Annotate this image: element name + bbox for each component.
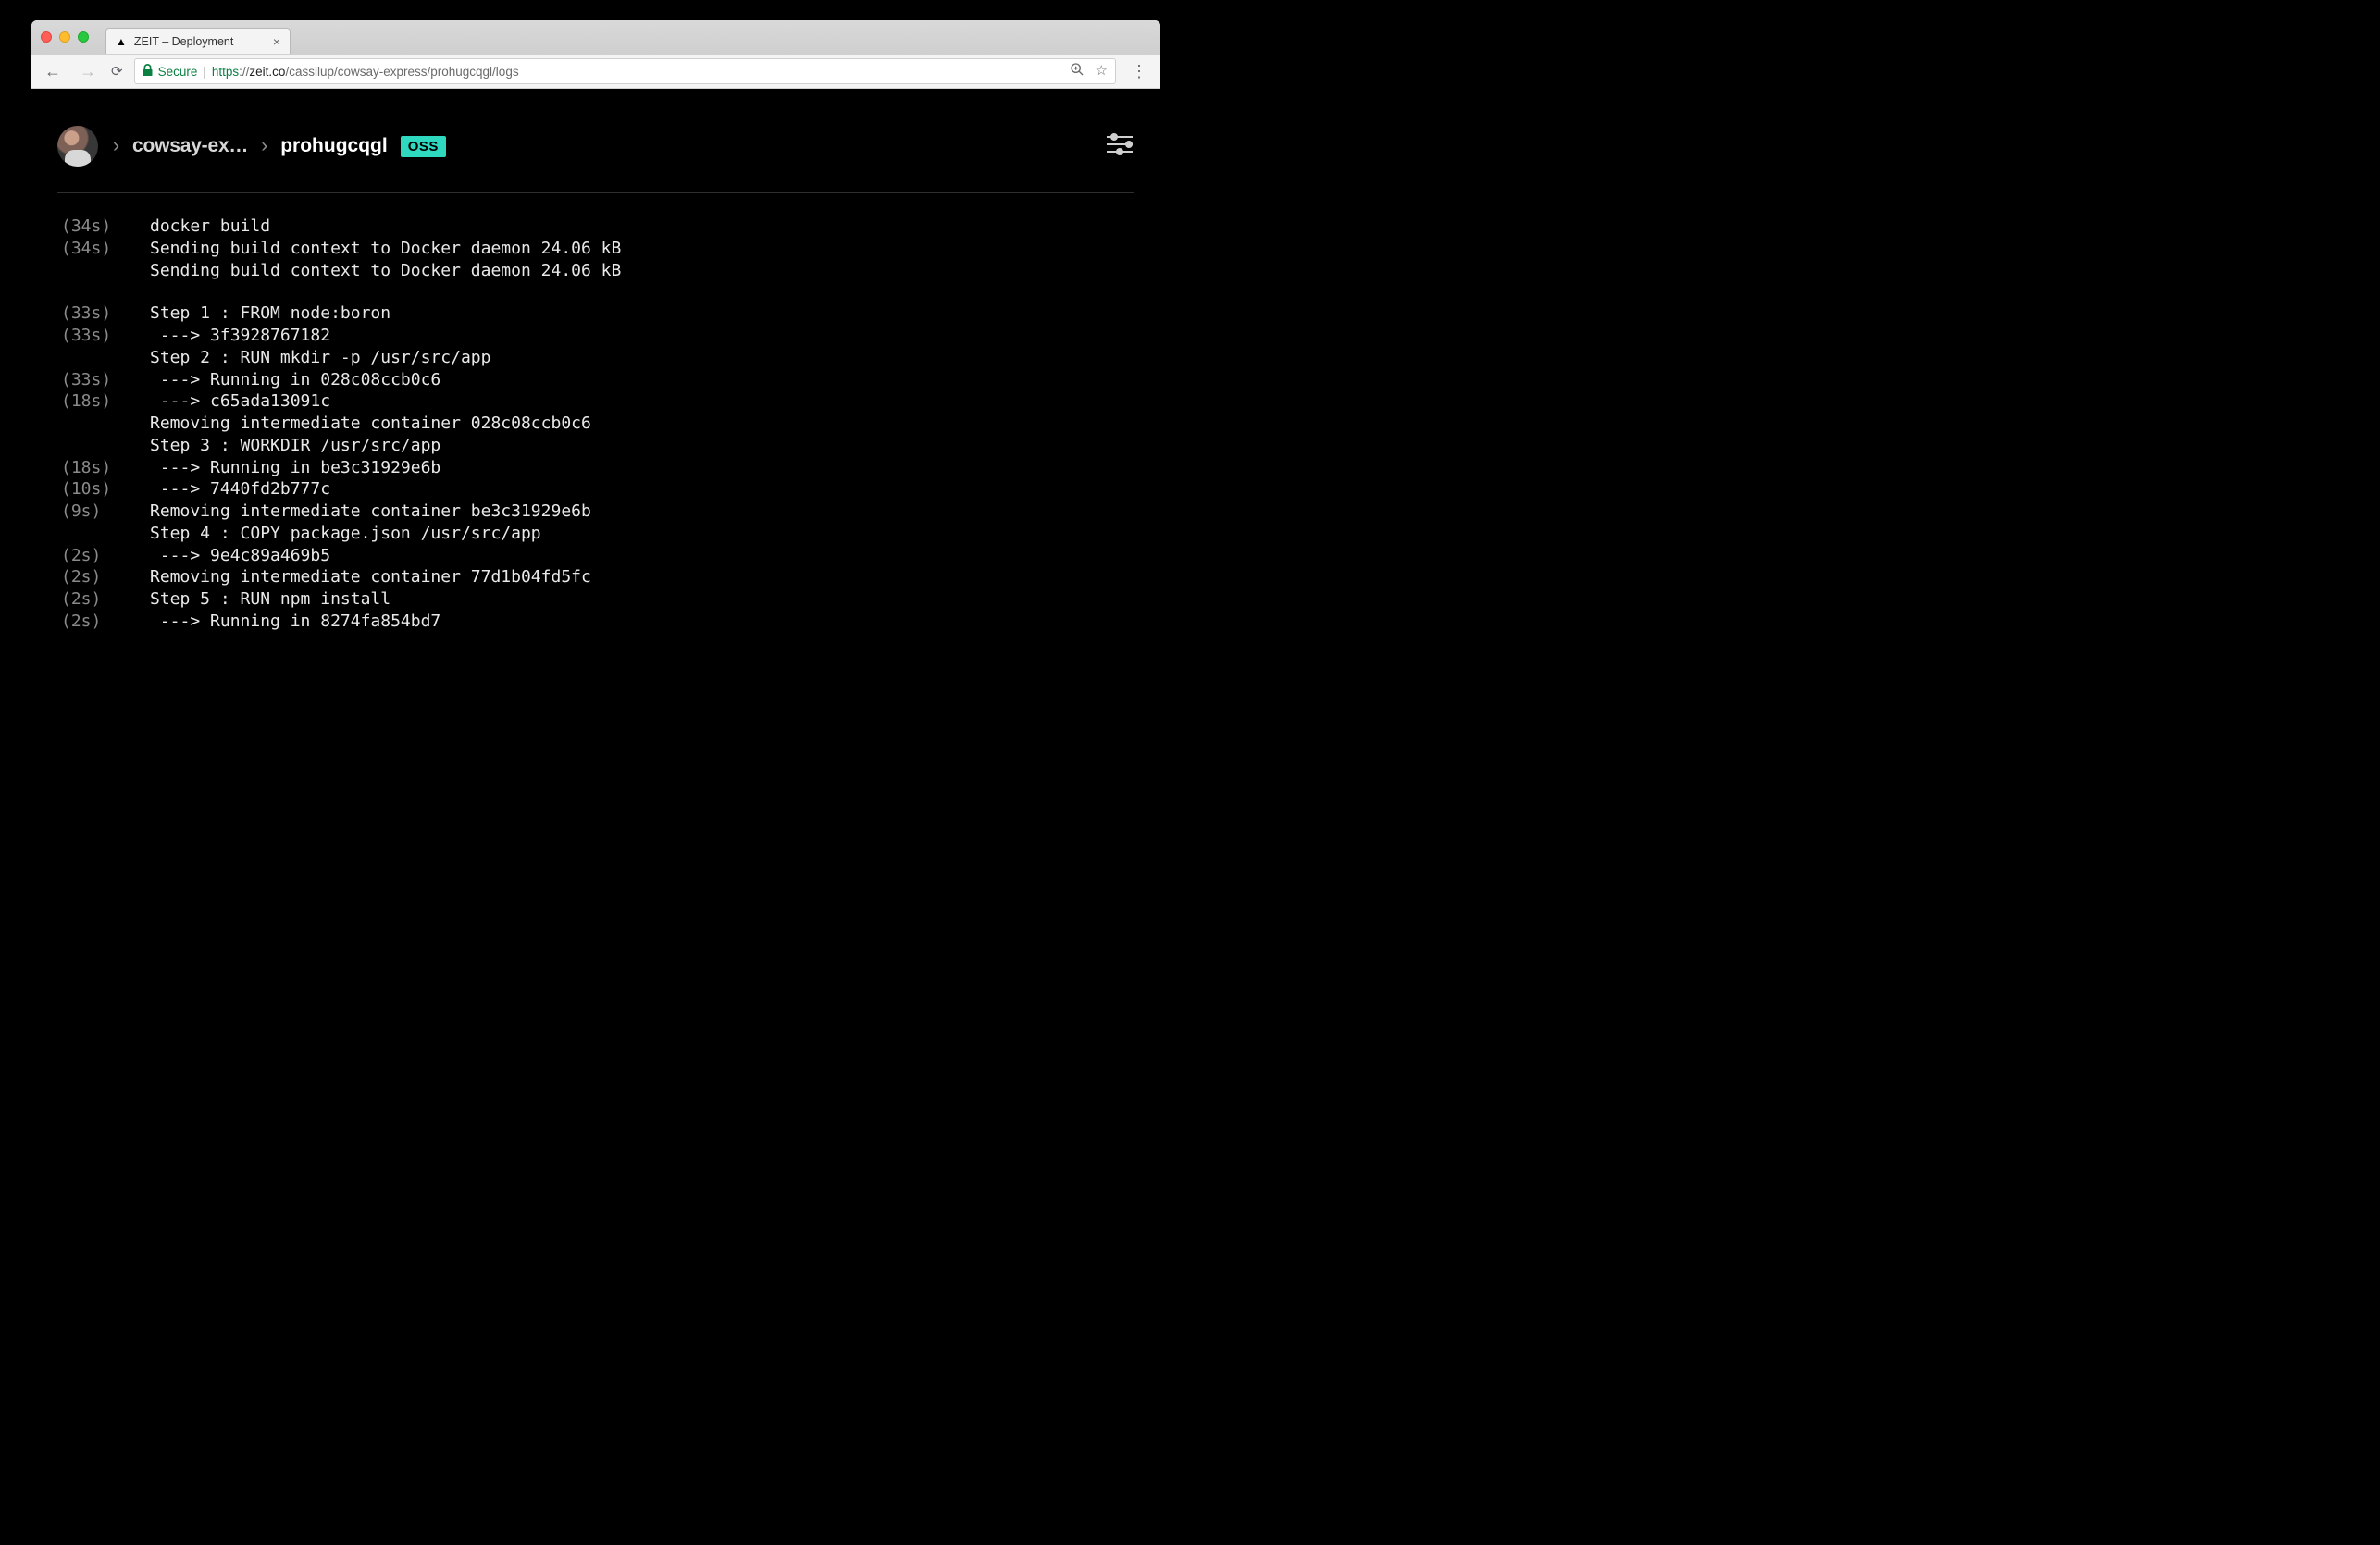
- log-timestamp: (10s): [57, 478, 150, 501]
- address-bar[interactable]: Secure | https://zeit.co/cassilup/cowsay…: [134, 58, 1116, 84]
- log-row: Step 4 : COPY package.json /usr/src/app: [57, 523, 1134, 545]
- log-row: (33s) ---> 3f3928767182: [57, 325, 1134, 347]
- log-timestamp: (2s): [57, 545, 150, 567]
- nav-forward-button[interactable]: →: [76, 60, 100, 83]
- nav-back-button[interactable]: ←: [41, 60, 65, 83]
- browser-toolbar: ← → ⟳ Secure | https://zeit.co/cassilup/…: [31, 54, 1160, 89]
- log-message: ---> 3f3928767182: [150, 325, 330, 347]
- log-row: (18s) ---> Running in be3c31929e6b: [57, 457, 1134, 479]
- log-message: Removing intermediate container be3c3192…: [150, 501, 591, 523]
- log-timestamp: [57, 413, 150, 435]
- log-message: Step 1 : FROM node:boron: [150, 303, 390, 325]
- log-message: Step 5 : RUN npm install: [150, 588, 390, 611]
- log-timestamp: (2s): [57, 611, 150, 633]
- log-message: ---> 7440fd2b777c: [150, 478, 330, 501]
- log-timestamp: [57, 435, 150, 457]
- breadcrumb-deployment[interactable]: prohugcqgl: [280, 135, 387, 157]
- browser-tab-active[interactable]: ▲ ZEIT – Deployment ×: [105, 28, 291, 54]
- browser-menu-button[interactable]: ⋮: [1127, 62, 1151, 81]
- chevron-right-icon: ›: [261, 135, 267, 157]
- log-timestamp: [57, 347, 150, 369]
- tab-close-button[interactable]: ×: [273, 34, 280, 49]
- page-content: › cowsay-ex… › prohugcqgl OSS (34s)docke…: [31, 89, 1160, 644]
- log-timestamp: (33s): [57, 369, 150, 391]
- log-message: ---> 9e4c89a469b5: [150, 545, 330, 567]
- reload-button[interactable]: ⟳: [111, 63, 123, 80]
- log-message: ---> c65ada13091c: [150, 390, 330, 413]
- log-message: ---> Running in 8274fa854bd7: [150, 611, 440, 633]
- log-row: (9s)Removing intermediate container be3c…: [57, 501, 1134, 523]
- log-row: (2s) ---> Running in 8274fa854bd7: [57, 611, 1134, 633]
- log-message: Removing intermediate container 77d1b04f…: [150, 566, 591, 588]
- deployment-header: › cowsay-ex… › prohugcqgl OSS: [57, 126, 1134, 167]
- oss-badge: OSS: [401, 136, 446, 157]
- window-close-button[interactable]: [41, 31, 52, 43]
- log-row: Removing intermediate container 028c08cc…: [57, 413, 1134, 435]
- log-row: (18s) ---> c65ada13091c: [57, 390, 1134, 413]
- url-host: zeit.co: [249, 65, 285, 79]
- log-message: Step 2 : RUN mkdir -p /usr/src/app: [150, 347, 490, 369]
- log-message: Removing intermediate container 028c08cc…: [150, 413, 591, 435]
- log-timestamp: [57, 523, 150, 545]
- log-timestamp: [57, 260, 150, 282]
- tab-favicon: ▲: [116, 35, 127, 48]
- log-timestamp: (33s): [57, 325, 150, 347]
- log-message: docker build: [150, 216, 270, 238]
- log-timestamp: (18s): [57, 457, 150, 479]
- bookmark-star-icon[interactable]: ☆: [1096, 62, 1108, 80]
- log-message: ---> Running in be3c31929e6b: [150, 457, 440, 479]
- divider: [57, 192, 1134, 193]
- zoom-icon[interactable]: [1070, 62, 1085, 80]
- breadcrumb: › cowsay-ex… › prohugcqgl OSS: [113, 135, 446, 157]
- log-timestamp: (9s): [57, 501, 150, 523]
- breadcrumb-project[interactable]: cowsay-ex…: [132, 135, 248, 157]
- log-row: (33s)Step 1 : FROM node:boron: [57, 303, 1134, 325]
- log-timestamp: (2s): [57, 566, 150, 588]
- log-message: Step 4 : COPY package.json /usr/src/app: [150, 523, 541, 545]
- log-timestamp: (34s): [57, 216, 150, 238]
- browser-window: ▲ ZEIT – Deployment × ← → ⟳ Secure | htt…: [31, 20, 1160, 644]
- log-timestamp: (18s): [57, 390, 150, 413]
- log-row: Step 2 : RUN mkdir -p /usr/src/app: [57, 347, 1134, 369]
- window-minimize-button[interactable]: [59, 31, 70, 43]
- url-separator: |: [203, 65, 206, 79]
- log-message: Sending build context to Docker daemon 2…: [150, 238, 621, 260]
- window-zoom-button[interactable]: [78, 31, 89, 43]
- avatar[interactable]: [57, 126, 98, 167]
- window-controls: [41, 31, 105, 43]
- secure-label: Secure: [158, 65, 198, 79]
- log-row: (2s) ---> 9e4c89a469b5: [57, 545, 1134, 567]
- log-message: Step 3 : WORKDIR /usr/src/app: [150, 435, 440, 457]
- log-timestamp: (33s): [57, 303, 150, 325]
- url-scheme: https: [212, 65, 239, 79]
- browser-tab-strip: ▲ ZEIT – Deployment ×: [31, 20, 1160, 54]
- lock-icon: [143, 64, 153, 79]
- log-row: (10s) ---> 7440fd2b777c: [57, 478, 1134, 501]
- log-blank-row: [57, 281, 1134, 303]
- log-row: (33s) ---> Running in 028c08ccb0c6: [57, 369, 1134, 391]
- log-row: (34s)Sending build context to Docker dae…: [57, 238, 1134, 260]
- chevron-right-icon: ›: [113, 135, 119, 157]
- url-path: /cassilup/cowsay-express/prohugcqgl/logs: [285, 65, 518, 79]
- tab-title: ZEIT – Deployment: [134, 35, 233, 48]
- log-row: (34s)docker build: [57, 216, 1134, 238]
- log-timestamp: (2s): [57, 588, 150, 611]
- url-text: https://zeit.co/cassilup/cowsay-express/…: [212, 65, 519, 79]
- build-logs: (34s)docker build(34s)Sending build cont…: [57, 216, 1134, 633]
- log-row: (2s)Removing intermediate container 77d1…: [57, 566, 1134, 588]
- log-message: ---> Running in 028c08ccb0c6: [150, 369, 440, 391]
- log-row: Sending build context to Docker daemon 2…: [57, 260, 1134, 282]
- log-message: Sending build context to Docker daemon 2…: [150, 260, 621, 282]
- settings-sliders-icon[interactable]: [1105, 132, 1134, 161]
- log-timestamp: (34s): [57, 238, 150, 260]
- log-row: Step 3 : WORKDIR /usr/src/app: [57, 435, 1134, 457]
- log-row: (2s)Step 5 : RUN npm install: [57, 588, 1134, 611]
